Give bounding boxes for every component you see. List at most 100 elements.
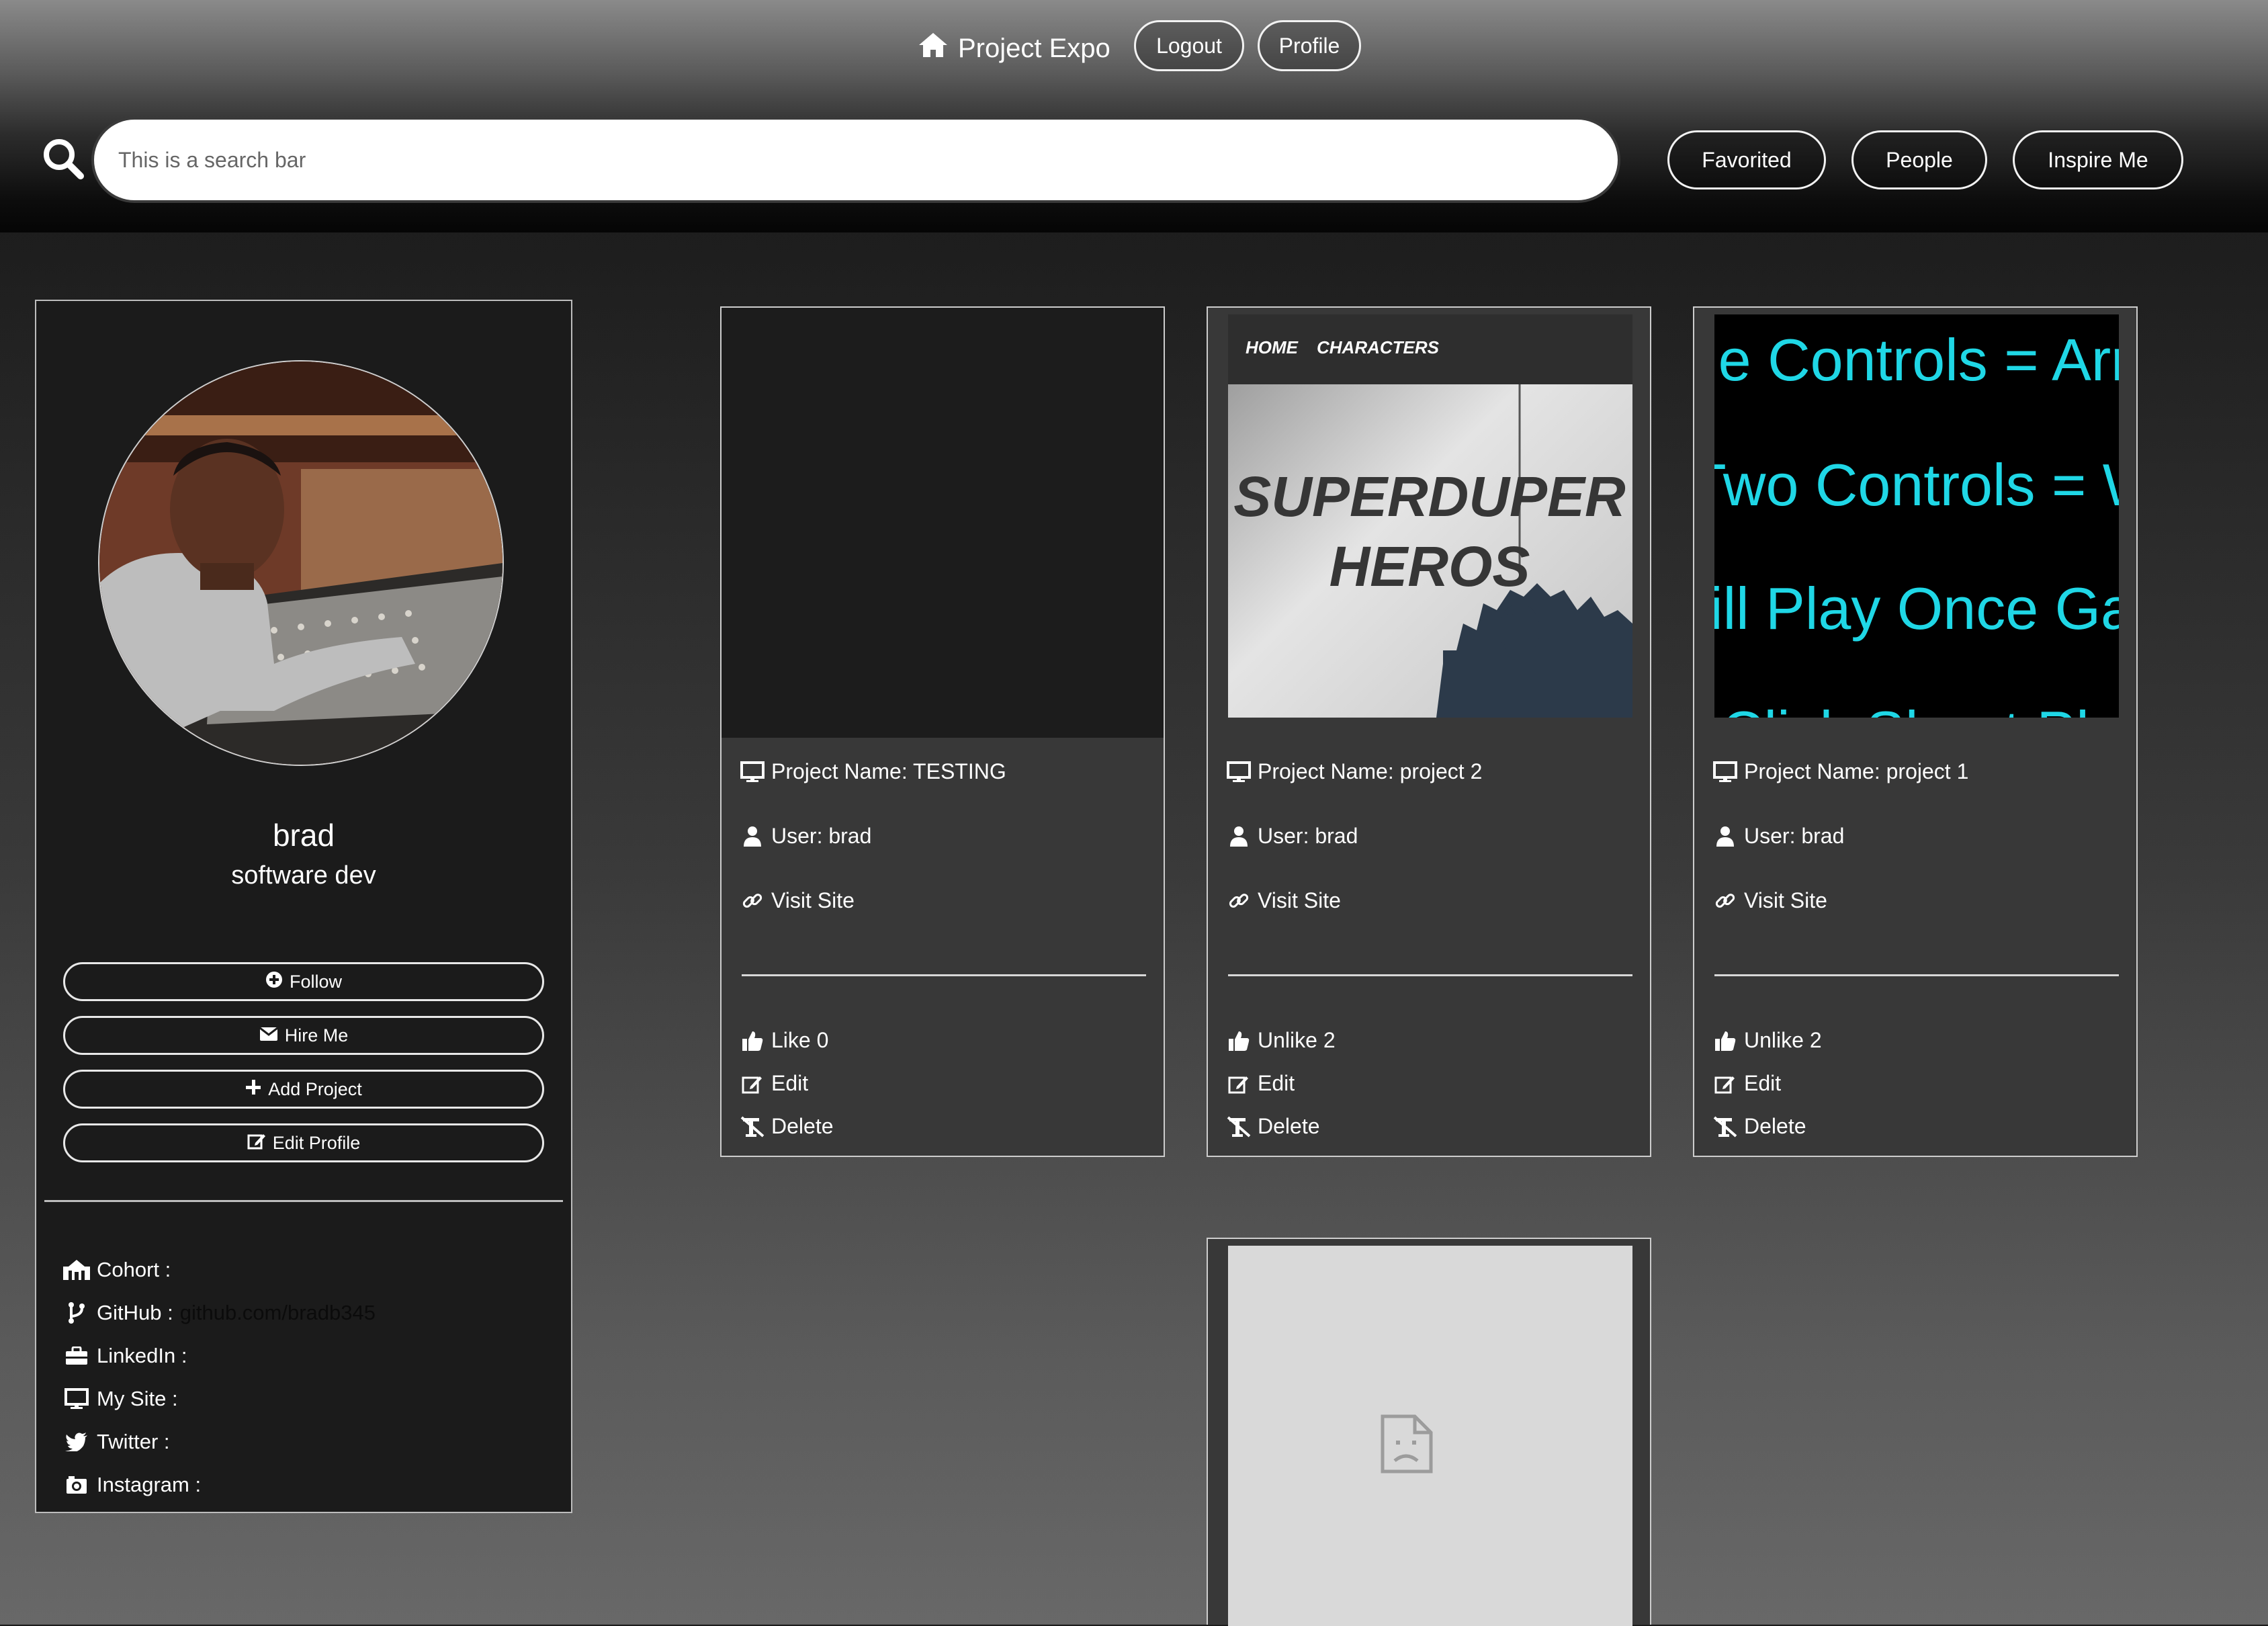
user-icon [1227, 824, 1251, 849]
card-divider [1714, 974, 2119, 976]
mysite-label: My Site : [97, 1387, 178, 1410]
edit-project-button[interactable]: Edit [740, 1071, 808, 1096]
profile-links: Cohort : GitHub : github.com/bradb345 Li… [63, 1248, 376, 1506]
project-card: HOME CHARACTERS SUPERDUPER HEROS Project… [1207, 306, 1651, 1157]
follow-button[interactable]: Follow [63, 962, 544, 1001]
add-project-button[interactable]: Add Project [63, 1070, 544, 1109]
top-navbar: Project Expo Logout Profile Favorited Pe… [0, 0, 2268, 232]
thumb-title-line1: SUPERDUPER [1233, 465, 1626, 528]
like-button[interactable]: Like 0 [740, 1028, 828, 1053]
visit-site-label: Visit Site [771, 888, 855, 912]
edit-icon [1713, 1072, 1737, 1096]
twitter-row: Twitter : [63, 1420, 376, 1463]
logout-button[interactable]: Logout [1134, 20, 1244, 71]
unlike-button[interactable]: Unlike 2 [1713, 1028, 1822, 1053]
people-button[interactable]: People [1851, 130, 1987, 189]
github-label: GitHub : [97, 1301, 173, 1324]
project-card: Project Name: TESTING User: brad Visit S… [720, 306, 1165, 1157]
like-label: Unlike 2 [1744, 1028, 1822, 1052]
like-label: Unlike 2 [1258, 1028, 1336, 1052]
delete-project-button[interactable]: Delete [1227, 1114, 1320, 1139]
delete-project-button[interactable]: Delete [1713, 1114, 1806, 1139]
plus-circle-icon [265, 971, 283, 993]
home-icon [918, 32, 949, 65]
card-divider [1228, 974, 1632, 976]
instagram-label: Instagram : [97, 1473, 202, 1496]
thumbs-up-icon [1227, 1029, 1251, 1053]
like-label: Like 0 [771, 1028, 829, 1052]
desktop-icon [740, 760, 765, 784]
visit-site-link[interactable]: Visit Site [740, 888, 855, 913]
linkedin-row: LinkedIn : [63, 1334, 376, 1377]
cohort-label: Cohort : [97, 1258, 171, 1281]
edit-project-button[interactable]: Edit [1227, 1071, 1295, 1096]
project-name: Project Name: TESTING [771, 759, 1006, 783]
edit-profile-button[interactable]: Edit Profile [63, 1123, 544, 1162]
edit-project-button[interactable]: Edit [1713, 1071, 1781, 1096]
project-card [1207, 1238, 1651, 1626]
link-icon [740, 889, 765, 913]
edit-profile-label: Edit Profile [272, 1132, 361, 1153]
inspire-me-button[interactable]: Inspire Me [2013, 130, 2183, 189]
project-name-row: Project Name: TESTING [740, 759, 1006, 784]
desktop-icon [63, 1388, 90, 1410]
brand-link[interactable]: Project Expo [918, 30, 1110, 67]
briefcase-icon [63, 1345, 90, 1367]
project-thumbnail[interactable]: Single Controls = Arrow Two Controls = W… [1714, 314, 2119, 718]
project-name: Project Name: project 2 [1258, 759, 1483, 783]
thumb-title-line2: HEROS [1329, 535, 1530, 598]
edit-label: Edit [1258, 1071, 1295, 1095]
profile-button[interactable]: Profile [1258, 20, 1361, 71]
delete-label: Delete [1744, 1114, 1806, 1138]
user-icon [740, 824, 765, 849]
camera-icon [63, 1474, 90, 1496]
edit-icon [247, 1132, 266, 1154]
project-thumbnail[interactable] [742, 314, 1146, 718]
unlike-button[interactable]: Unlike 2 [1227, 1028, 1336, 1053]
thumbs-up-icon [1713, 1029, 1737, 1053]
profile-name: brad [272, 818, 335, 853]
delete-label: Delete [1258, 1114, 1320, 1138]
project-user: User: brad [771, 824, 872, 848]
follow-label: Follow [289, 971, 343, 992]
edit-label: Edit [771, 1071, 809, 1095]
envelope-icon [259, 1025, 278, 1046]
mysite-row: My Site : [63, 1377, 376, 1420]
thumb-text-line: Two Controls = W [1714, 452, 2119, 518]
brand-title: Project Expo [958, 33, 1110, 63]
profile-divider [44, 1200, 563, 1202]
visit-site-link[interactable]: Visit Site [1713, 888, 1827, 913]
github-link[interactable]: github.com/bradb345 [180, 1301, 376, 1325]
hire-me-button[interactable]: Hire Me [63, 1016, 544, 1055]
delete-project-button[interactable]: Delete [740, 1114, 834, 1139]
school-icon [63, 1259, 90, 1281]
project-thumbnail[interactable]: HOME CHARACTERS SUPERDUPER HEROS [1228, 314, 1632, 718]
project-user-row: User: brad [740, 824, 871, 849]
user-icon [1713, 824, 1737, 849]
link-icon [1227, 889, 1251, 913]
search-icon[interactable] [42, 137, 85, 180]
remove-format-icon [1227, 1115, 1251, 1139]
project-thumbnail[interactable] [1228, 1246, 1632, 1626]
remove-format-icon [740, 1115, 765, 1139]
edit-icon [1227, 1072, 1251, 1096]
search-input[interactable] [94, 120, 1618, 200]
hire-me-label: Hire Me [284, 1025, 349, 1045]
project-name: Project Name: project 1 [1744, 759, 1969, 783]
twitter-icon [63, 1431, 90, 1453]
linkedin-label: LinkedIn : [97, 1344, 187, 1367]
visit-site-link[interactable]: Visit Site [1227, 888, 1341, 913]
card-divider [742, 974, 1146, 976]
edit-label: Edit [1744, 1071, 1782, 1095]
plus-icon [245, 1079, 261, 1100]
desktop-icon [1227, 760, 1251, 784]
project-user: User: brad [1744, 824, 1845, 848]
profile-card: brad software dev Follow Hire Me Add Pro… [35, 300, 572, 1513]
remove-format-icon [1713, 1115, 1737, 1139]
avatar [98, 360, 504, 766]
instagram-row: Instagram : [63, 1463, 376, 1506]
thumbs-up-icon [740, 1029, 765, 1053]
link-icon [1713, 889, 1737, 913]
broken-image-icon [1380, 1414, 1434, 1478]
favorited-button[interactable]: Favorited [1667, 130, 1826, 189]
